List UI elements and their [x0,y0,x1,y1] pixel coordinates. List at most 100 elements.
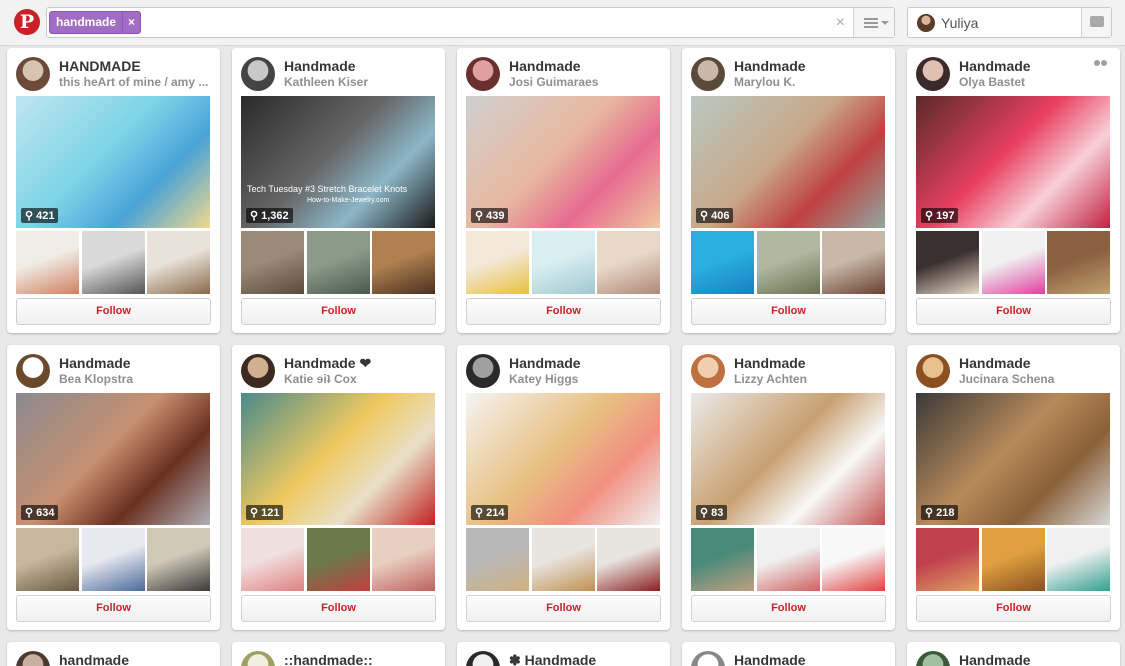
follow-button[interactable]: Follow [241,595,436,622]
board-thumbnail[interactable] [372,231,435,294]
follow-button[interactable]: Follow [241,298,436,325]
avatar[interactable] [16,354,50,388]
board-thumbnail[interactable] [597,231,660,294]
board-title[interactable]: Handmade [509,58,661,74]
board-owner[interactable]: Marylou K. [734,75,886,89]
follow-button[interactable]: Follow [466,595,661,622]
board-thumbnail[interactable] [916,231,979,294]
board-thumbnail[interactable] [466,528,529,591]
user-menu[interactable]: Yuliya [907,7,1112,38]
pinterest-logo-icon[interactable]: P [14,9,40,35]
board-card[interactable]: Handmade Bea Klopstra ⚲ 634 Follow [7,345,220,630]
board-cover-image[interactable]: ⚲ 197 [916,96,1110,228]
board-title[interactable]: Handmade [509,355,661,371]
avatar[interactable] [691,354,725,388]
board-owner[interactable]: Jucinara Schena [959,372,1111,386]
board-card[interactable]: Handmade Katey Higgs ⚲ 214 Follow [457,345,670,630]
board-thumbnail[interactable] [532,528,595,591]
board-thumbnail[interactable] [466,231,529,294]
avatar[interactable] [916,354,950,388]
board-title[interactable]: Handmade [59,355,211,371]
board-thumbnail[interactable] [691,528,754,591]
board-owner[interactable]: Katey Higgs [509,372,661,386]
board-thumbnail[interactable] [82,231,145,294]
board-card[interactable]: ::handmade:: [232,642,445,666]
follow-button[interactable]: Follow [16,595,211,622]
avatar[interactable] [241,354,275,388]
board-thumbnail[interactable] [241,231,304,294]
board-title[interactable]: ✽ Handmade [509,652,661,666]
board-thumbnail[interactable] [307,528,370,591]
board-thumbnail[interactable] [757,231,820,294]
board-thumbnail[interactable] [1047,528,1110,591]
board-thumbnail[interactable] [147,528,210,591]
board-cover-image[interactable]: ⚲ 634 [16,393,210,525]
avatar[interactable] [916,651,950,666]
board-card[interactable]: Handmade Josi Guimaraes ⚲ 439 Follow [457,48,670,333]
board-thumbnail[interactable] [307,231,370,294]
board-thumbnail[interactable] [982,231,1045,294]
board-cover-image[interactable]: ⚲ 439 [466,96,660,228]
board-title[interactable]: Handmade ❤ [284,355,436,372]
board-owner[interactable]: Lizzy Achten [734,372,886,386]
board-thumbnail[interactable] [597,528,660,591]
messages-button[interactable] [1081,8,1111,37]
board-thumbnail[interactable] [16,231,79,294]
board-owner[interactable]: Josi Guimaraes [509,75,661,89]
board-title[interactable]: Handmade [734,58,886,74]
board-owner[interactable]: this heArt of mine / amy ... [59,75,211,89]
board-card[interactable]: HANDMADE this heArt of mine / amy ... ⚲ 42… [7,48,220,333]
board-cover-image[interactable]: ⚲ 421 [16,96,210,228]
board-title[interactable]: Handmade [734,652,886,666]
follow-button[interactable]: Follow [16,298,211,325]
follow-button[interactable]: Follow [466,298,661,325]
board-card[interactable]: handmade [7,642,220,666]
board-card[interactable]: Handmade ❤ Katie ɘiʇ Cox ⚲ 121 Follow [232,345,445,630]
board-thumbnail[interactable] [757,528,820,591]
follow-button[interactable]: Follow [916,595,1111,622]
follow-button[interactable]: Follow [691,595,886,622]
board-cover-image[interactable]: ⚲ 83 [691,393,885,525]
search-filter-menu-button[interactable] [853,8,894,37]
avatar[interactable] [916,57,950,91]
avatar[interactable] [241,57,275,91]
board-title[interactable]: Handmade [284,58,436,74]
follow-button[interactable]: Follow [916,298,1111,325]
follow-button[interactable]: Follow [691,298,886,325]
board-title[interactable]: handmade [59,652,211,666]
avatar[interactable] [691,651,725,666]
board-card[interactable]: Handmade Olya Bastet ⚲ 197 Follow [907,48,1120,333]
board-thumbnail[interactable] [82,528,145,591]
avatar[interactable] [466,651,500,666]
search-field[interactable]: handmade × × [46,7,895,38]
board-cover-image[interactable]: ⚲ 214 [466,393,660,525]
board-card[interactable]: Handmade Kathleen Kiser Tech Tuesday #3 St… [232,48,445,333]
remove-token-icon[interactable]: × [122,12,140,33]
board-thumbnail[interactable] [1047,231,1110,294]
board-card[interactable]: Handmade Marylou K. ⚲ 406 Follow [682,48,895,333]
board-card[interactable]: Handmade Lizzy Achten ⚲ 83 Follow [682,345,895,630]
avatar[interactable] [16,651,50,666]
avatar[interactable] [691,57,725,91]
avatar[interactable] [466,354,500,388]
board-thumbnail[interactable] [822,231,885,294]
board-card[interactable]: Handmade [682,642,895,666]
board-cover-image[interactable]: Tech Tuesday #3 Stretch Bracelet Knots Ho… [241,96,435,228]
board-owner[interactable]: Olya Bastet [959,75,1111,89]
board-title[interactable]: Handmade [734,355,886,371]
board-thumbnail[interactable] [982,528,1045,591]
board-card[interactable]: Handmade Jucinara Schena ⚲ 218 Follow [907,345,1120,630]
board-thumbnail[interactable] [916,528,979,591]
board-owner[interactable]: Kathleen Kiser [284,75,436,89]
clear-search-icon[interactable]: × [836,14,845,32]
board-card[interactable]: Handmade [907,642,1120,666]
avatar[interactable] [241,651,275,666]
board-thumbnail[interactable] [691,231,754,294]
board-thumbnail[interactable] [372,528,435,591]
board-title[interactable]: HANDMADE [59,58,211,74]
board-title[interactable]: Handmade [959,652,1111,666]
board-cover-image[interactable]: ⚲ 218 [916,393,1110,525]
avatar[interactable] [16,57,50,91]
search-token[interactable]: handmade × [49,11,142,34]
board-title[interactable]: Handmade [959,355,1111,371]
